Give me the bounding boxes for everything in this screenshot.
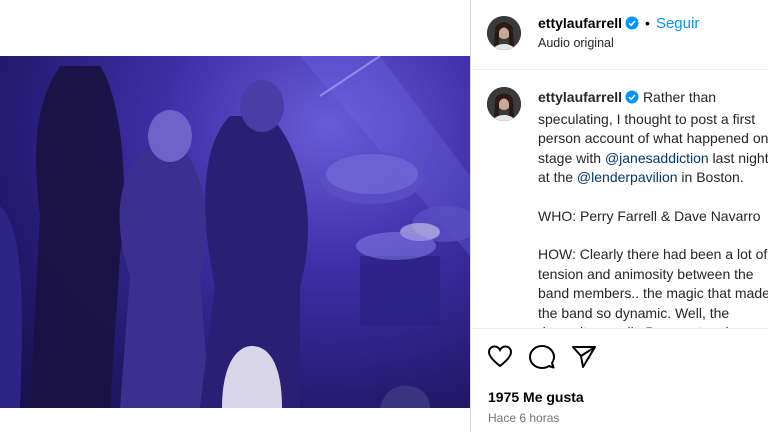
video-player[interactable]: [0, 56, 470, 408]
avatar[interactable]: [487, 16, 521, 50]
mention-janesaddiction[interactable]: @janesaddiction: [605, 150, 709, 166]
comment-bubble-icon: [529, 345, 555, 369]
audio-label[interactable]: Audio original: [538, 36, 614, 50]
post-header: ettylaufarrell • Seguir Audio original: [471, 0, 768, 70]
post-caption: ettylaufarrell Rather than speculating, …: [538, 88, 768, 362]
post-side-panel: ettylaufarrell • Seguir Audio original ett…: [471, 0, 768, 432]
media-top-margin: [0, 0, 470, 56]
header-username[interactable]: ettylaufarrell: [538, 15, 622, 31]
post-actions: 1975 Me gusta Hace 6 horas: [471, 328, 768, 432]
post-timestamp[interactable]: Hace 6 horas: [488, 411, 559, 425]
profile-photo: [487, 16, 521, 50]
caption-username[interactable]: ettylaufarrell: [538, 89, 622, 105]
comment-button[interactable]: [528, 343, 556, 371]
share-button[interactable]: [570, 343, 598, 371]
separator-dot: •: [645, 15, 650, 31]
caption-who: WHO: Perry Farrell & Dave Navarro: [538, 207, 761, 224]
like-button[interactable]: [486, 343, 514, 371]
video-frame-scene: [0, 56, 470, 408]
media-bottom-margin: [0, 408, 470, 432]
caption-avatar[interactable]: [487, 87, 521, 121]
likes-count[interactable]: 1975 Me gusta: [488, 389, 584, 405]
verified-badge-icon: [625, 16, 639, 33]
follow-button[interactable]: Seguir: [656, 15, 699, 32]
heart-icon: [487, 345, 513, 368]
paper-plane-icon: [572, 346, 596, 368]
caption-text-3: in Boston.: [677, 169, 744, 185]
profile-photo: [487, 87, 521, 121]
mention-lenderpavilion[interactable]: @lenderpavilion: [577, 169, 678, 185]
verified-badge-icon: [625, 90, 639, 110]
